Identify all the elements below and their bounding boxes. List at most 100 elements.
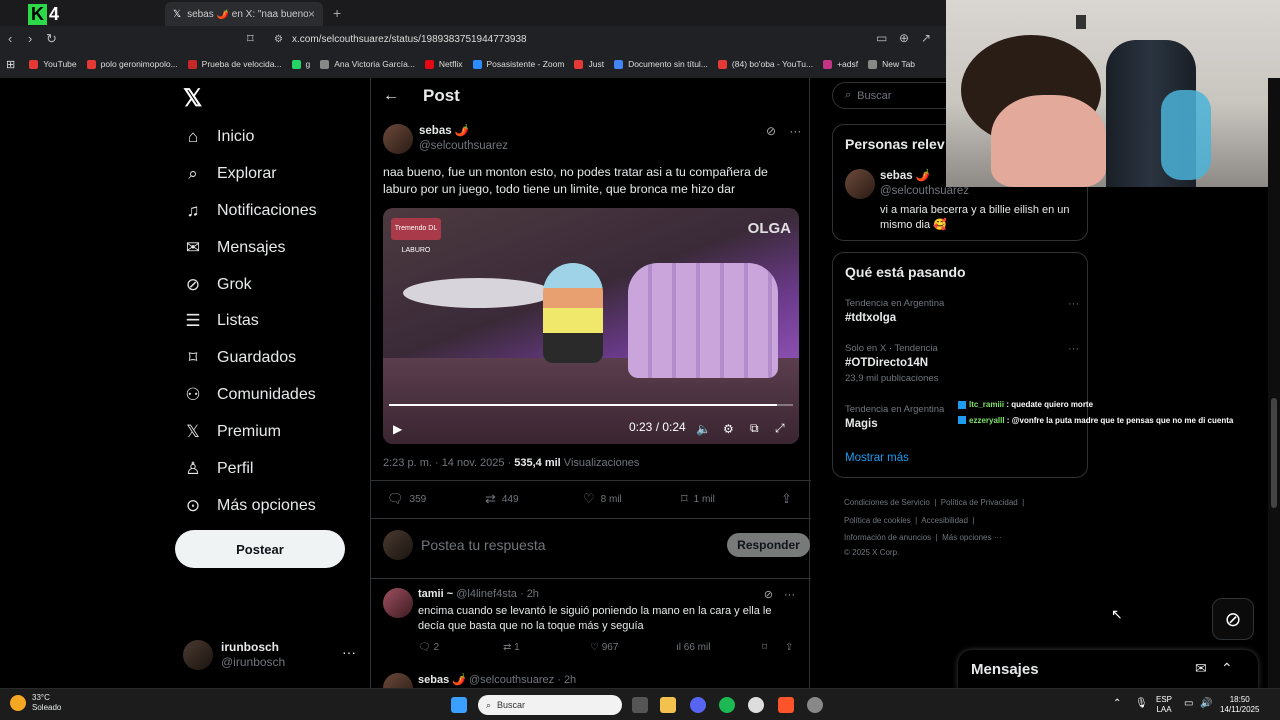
nav-item-más-opciones[interactable]: ⊙ Más opciones (183, 491, 316, 521)
play-icon[interactable]: ▶ (393, 422, 402, 436)
bookmark-page-icon[interactable]: ⌑ (247, 31, 254, 47)
network-icon[interactable]: ▭ (1184, 699, 1193, 709)
file-explorer-icon[interactable] (660, 697, 676, 713)
like-action[interactable]: ♡ 8 mil (583, 491, 622, 507)
author-name[interactable]: sebas 🌶️ (419, 124, 508, 139)
language-indicator[interactable]: ESP LAA (1156, 695, 1172, 715)
apps-icon[interactable]: ⊞ (6, 58, 15, 71)
new-message-icon[interactable]: ✉ (1195, 660, 1207, 677)
more-icon[interactable]: ··· (789, 124, 801, 138)
bookmark-item[interactable]: Documento sin títul... (614, 59, 708, 69)
footer-link[interactable]: Política de cookies (844, 516, 911, 525)
reply-author-name[interactable]: tamii ~ (418, 588, 453, 600)
bookmark-item[interactable]: Netflix (424, 59, 463, 69)
cast-icon[interactable]: ▭ (876, 31, 887, 45)
reply-like-count[interactable]: ♡ 967 (590, 642, 618, 653)
pip-icon[interactable]: ⧉ (750, 421, 759, 436)
relevant-avatar[interactable] (845, 169, 875, 199)
mic-icon[interactable]: 🎙 (1135, 699, 1148, 709)
speaker-icon[interactable]: 🔊 (1200, 699, 1212, 709)
tweet-time[interactable]: 2:23 p. m. · 14 nov. 2025 · (383, 457, 514, 469)
bookmark-action[interactable]: ⌑ 1 mil (681, 491, 715, 507)
bookmark-item[interactable]: (84) bo'oba - YouTu... (717, 59, 813, 69)
footer-link[interactable]: Condiciones de Servicio (844, 498, 930, 507)
reply-action[interactable]: 🗨 359 (387, 491, 426, 507)
discord-icon[interactable] (690, 697, 706, 713)
forward-icon[interactable]: › (28, 31, 32, 46)
repost-action[interactable]: ⇄ 449 (485, 491, 519, 507)
tweet-author[interactable]: sebas 🌶️ @selcouthsuarez (383, 124, 508, 154)
share-icon[interactable]: ↗ (921, 31, 931, 45)
video-progress-bar[interactable] (389, 404, 793, 406)
fullscreen-icon[interactable]: ⤢ (775, 421, 785, 436)
show-more-link[interactable]: Mostrar más (845, 452, 909, 464)
bookmark-item[interactable]: YouTube (29, 59, 77, 69)
share-action[interactable]: ⇪ (781, 491, 798, 507)
brave-icon[interactable] (778, 697, 794, 713)
bookmark-item[interactable]: polo geronimopolo... (86, 59, 178, 69)
footer-link[interactable]: Información de anuncios (844, 533, 931, 542)
grok-icon[interactable]: ⊘ (766, 124, 776, 138)
taskbar-search[interactable]: ⌕ Buscar (478, 695, 622, 715)
reply-item[interactable]: sebas 🌶️ @selcouthsuarez · 2h (383, 673, 803, 688)
account-more-icon[interactable]: ··· (342, 644, 356, 660)
nav-item-grok[interactable]: ⊘ Grok (183, 270, 252, 300)
trend-more-icon[interactable]: ··· (1068, 298, 1079, 310)
bookmark-item[interactable]: New Tab (868, 59, 915, 69)
bookmark-item[interactable]: +adsf (823, 59, 858, 69)
back-icon[interactable]: ‹ (8, 31, 12, 46)
nav-item-guardados[interactable]: ⌑ Guardados (183, 343, 297, 373)
nav-item-mensajes[interactable]: ✉ Mensajes (183, 233, 286, 263)
scrollbar[interactable] (1268, 78, 1280, 688)
reply-avatar[interactable] (383, 588, 413, 618)
new-tab-icon[interactable]: + (333, 5, 341, 21)
share-icon[interactable]: ⇪ (785, 642, 793, 653)
grok-icon[interactable]: ⊘ (764, 589, 773, 601)
nav-item-inicio[interactable]: ⌂ Inicio (183, 122, 255, 152)
volume-icon[interactable]: 🔈 (696, 422, 711, 436)
nav-item-notificaciones[interactable]: ♫ Notificaciones (183, 196, 317, 226)
video-player[interactable]: Tremendo DL LABURO OLGA ▶ 0:23 / 0:24 🔈 … (383, 208, 799, 444)
bookmark-item[interactable]: Prueba de velocida... (187, 59, 282, 69)
post-button[interactable]: Postear (175, 530, 345, 568)
footer-link[interactable]: Accesibilidad (921, 516, 968, 525)
spotify-icon[interactable] (719, 697, 735, 713)
nav-item-premium[interactable]: 𝕏 Premium (183, 417, 281, 447)
obs-icon[interactable] (807, 697, 823, 713)
reply-author-name[interactable]: sebas 🌶️ (418, 674, 466, 686)
reply-input[interactable]: Postea tu respuesta (421, 537, 546, 553)
bookmark-item[interactable]: g (291, 59, 310, 69)
footer-link[interactable]: Más opciones ··· (942, 533, 1002, 542)
tab-active[interactable]: 𝕏 sebas 🌶️ en X: "naa bueno, fue × (165, 2, 323, 26)
bookmark-item[interactable]: Posasistente - Zoom (472, 59, 564, 69)
back-arrow-icon[interactable]: ← (383, 87, 399, 105)
site-info-icon[interactable]: ⚙ (274, 34, 283, 45)
trend-item[interactable]: Tendencia en Argentina #tdtxolga ··· (845, 298, 1079, 328)
close-tab-icon[interactable]: × (308, 7, 315, 21)
grok-float-button[interactable]: ⊘ (1212, 598, 1254, 640)
reply-view-count[interactable]: ıl 66 mil (676, 642, 710, 653)
weather-widget[interactable]: 33°C Soleado (10, 693, 61, 713)
author-handle[interactable]: @selcouthsuarez (419, 139, 508, 154)
expand-icon[interactable]: ⌃ (1221, 660, 1233, 677)
reply-author-handle[interactable]: @l4linef4sta · 2h (456, 588, 539, 600)
author-avatar[interactable] (383, 124, 413, 154)
reload-icon[interactable]: ↻ (46, 31, 57, 47)
chrome-icon[interactable] (748, 697, 764, 713)
clock[interactable]: 18:50 14/11/2025 (1220, 695, 1259, 715)
nav-item-comunidades[interactable]: ⚇ Comunidades (183, 380, 315, 410)
nav-item-listas[interactable]: ☰ Listas (183, 306, 258, 336)
bookmark-item[interactable]: Ana Victoria García... (320, 59, 415, 69)
address-bar[interactable]: x.com/selcouthsuarez/status/198938375194… (292, 34, 527, 45)
start-icon[interactable] (451, 697, 467, 713)
trend-more-icon[interactable]: ··· (1068, 343, 1079, 355)
nav-item-explorar[interactable]: ⌕ Explorar (183, 159, 276, 189)
bookmark-icon[interactable]: ⌑ (762, 642, 767, 653)
account-switcher[interactable]: irunbosch @irunbosch (183, 640, 285, 670)
more-icon[interactable]: ··· (784, 589, 795, 601)
task-view-icon[interactable] (632, 697, 648, 713)
nav-item-perfil[interactable]: ♙ Perfil (183, 454, 253, 484)
x-logo-icon[interactable]: 𝕏 (183, 84, 202, 113)
reply-reply-count[interactable]: 🗨 2 (418, 642, 439, 653)
reply-author-handle[interactable]: @selcouthsuarez · 2h (469, 674, 576, 686)
